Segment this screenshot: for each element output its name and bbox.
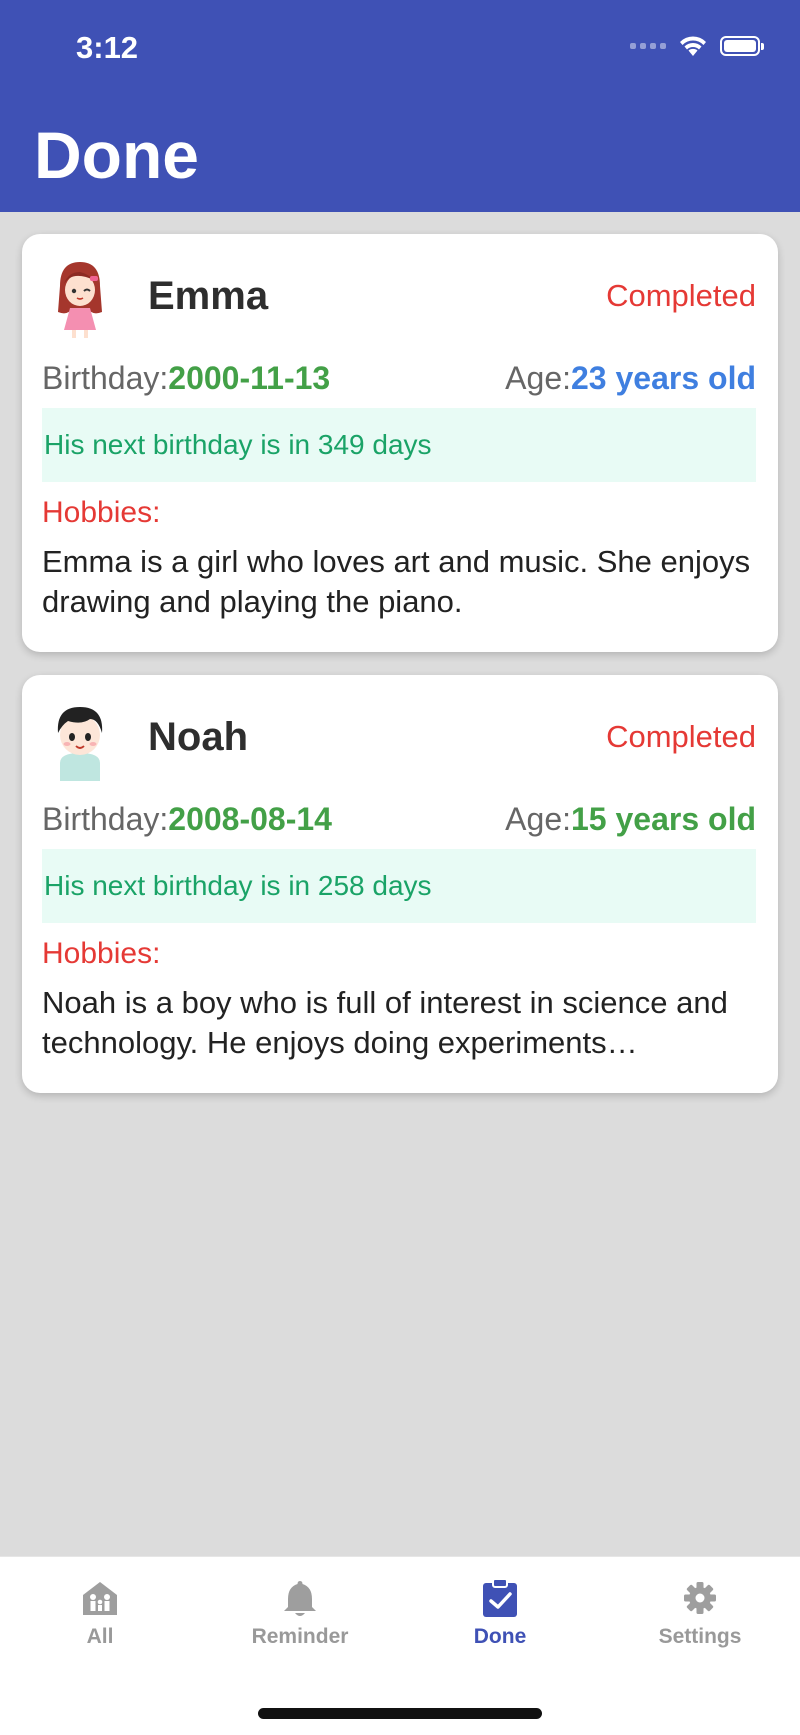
app-header: 3:12 Done: [0, 0, 800, 212]
boy-avatar-icon: [57, 707, 103, 781]
birthday-card[interactable]: Emma Completed Birthday:2000-11-13 Age:2…: [22, 234, 778, 652]
age-value: 15 years old: [571, 801, 756, 837]
home-family-icon: [83, 1582, 117, 1615]
age-label: Age:: [505, 360, 571, 396]
battery-icon: [720, 36, 764, 56]
next-birthday-note: His next birthday is in 258 days: [42, 849, 756, 923]
person-name: Emma: [148, 274, 269, 318]
page-title: Done: [34, 118, 199, 192]
age-field: Age:23 years old: [505, 360, 756, 397]
age-label: Age:: [505, 801, 571, 837]
status-badge: Completed: [606, 278, 756, 313]
tab-label: Reminder: [251, 1625, 349, 1648]
tab-done[interactable]: Done: [400, 1577, 600, 1649]
birthday-label: Birthday:: [42, 801, 169, 837]
birthday-card[interactable]: Noah Completed Birthday:2008-08-14 Age:1…: [22, 675, 778, 1093]
birthday-row: Birthday:2000-11-13 Age:23 years old: [42, 360, 756, 404]
status-badge: Completed: [606, 719, 756, 754]
hobbies-label: Hobbies:: [42, 496, 161, 529]
person-name: Noah: [148, 715, 248, 759]
home-indicator: [258, 1708, 542, 1719]
status-icons: [630, 34, 764, 58]
age-value: 23 years old: [571, 360, 756, 396]
girl-avatar-icon: [58, 262, 102, 338]
tab-all[interactable]: All: [0, 1577, 200, 1649]
signal-icon: [630, 43, 666, 49]
next-birthday-note: His next birthday is in 349 days: [42, 408, 756, 482]
gear-icon: [684, 1582, 716, 1614]
bell-icon: [284, 1581, 316, 1616]
hobbies-text: Noah is a boy who is full of interest in…: [42, 985, 728, 1060]
hobbies-text: Emma is a girl who loves art and music. …: [42, 544, 751, 619]
birthday-row: Birthday:2008-08-14 Age:15 years old: [42, 801, 756, 845]
tab-label: Settings: [658, 1625, 742, 1648]
hobbies-label: Hobbies:: [42, 937, 161, 970]
tab-reminder[interactable]: Reminder: [200, 1577, 400, 1649]
tab-label: All: [86, 1625, 114, 1648]
wifi-icon: [680, 36, 706, 56]
tab-settings[interactable]: Settings: [600, 1577, 800, 1649]
age-field: Age:15 years old: [505, 801, 756, 838]
status-time: 3:12: [76, 30, 139, 65]
tab-label: Done: [473, 1625, 527, 1648]
birthday-label: Birthday:: [42, 360, 169, 396]
birthday-value: 2000-11-13: [168, 360, 331, 396]
clipboard-check-icon: [483, 1578, 517, 1617]
birthday-value: 2008-08-14: [168, 801, 332, 837]
